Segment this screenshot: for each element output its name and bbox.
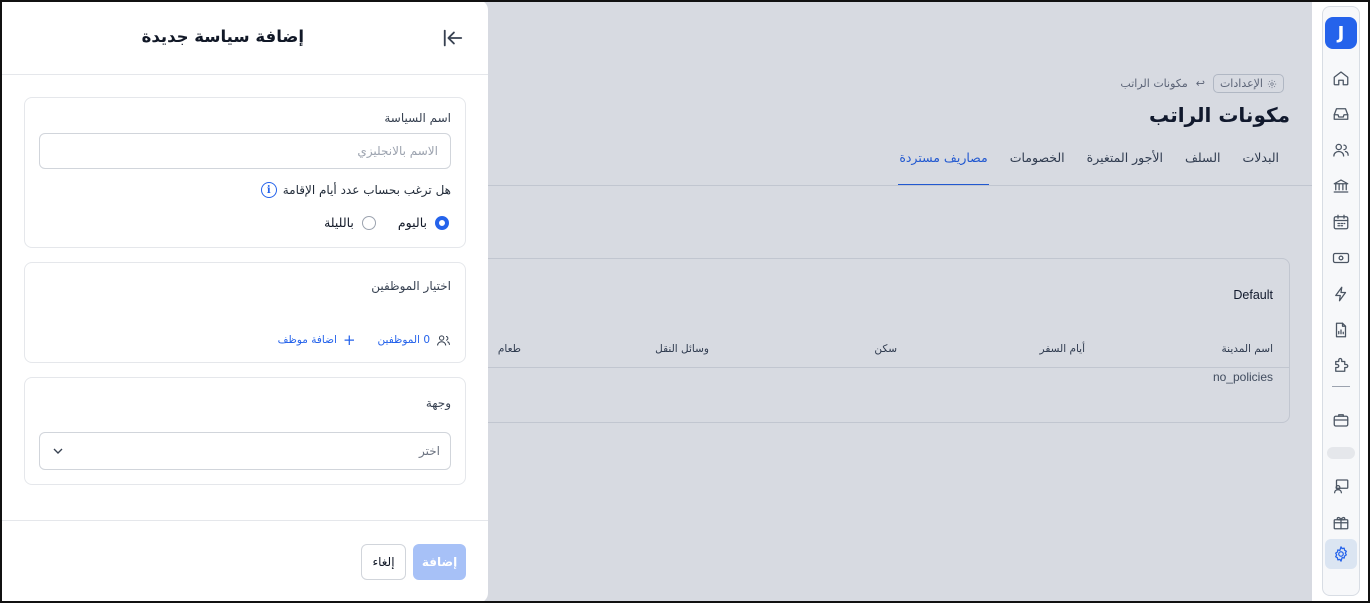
radio-per-night[interactable]: بالليلة — [324, 215, 376, 230]
employees-row: 0 الموظفين + اضافة موظف — [278, 331, 451, 349]
policy-name-section: اسم السياسة الاسم بالانجليزي هل ترغب بحس… — [24, 97, 466, 248]
nav-rail: J — [1322, 6, 1360, 596]
add-employee-link[interactable]: اضافة موظف — [278, 334, 337, 346]
destination-section: وجهة اختر — [24, 377, 466, 485]
add-button[interactable]: إضافة — [413, 544, 466, 580]
destination-placeholder: اختر — [419, 444, 440, 458]
collapse-drawer-button[interactable] — [440, 26, 466, 50]
calendar-icon[interactable] — [1325, 207, 1357, 237]
users-icon — [437, 334, 450, 346]
presentation-icon[interactable] — [1325, 471, 1357, 501]
employees-section: اختيار الموظفين 0 الموظفين + اضافة موظف — [24, 262, 466, 363]
plus-icon[interactable]: + — [343, 331, 356, 349]
employees-label: اختيار الموظفين — [371, 279, 451, 293]
info-icon[interactable]: i — [260, 182, 277, 198]
radio-per-night-label: بالليلة — [324, 215, 354, 230]
stay-days-question: هل ترغب بحساب عدد أيام الإقامة i — [260, 182, 451, 198]
drawer-footer: إضافة إلغاء — [0, 520, 488, 603]
radio-per-day-dot[interactable] — [435, 215, 449, 230]
gift-icon[interactable] — [1325, 507, 1357, 537]
policy-name-label: اسم السياسة — [384, 111, 451, 125]
add-policy-drawer: إضافة سياسة جديدة اسم السياسة الاسم بالا… — [0, 0, 488, 603]
calculation-radio-group: باليوم بالليلة — [324, 215, 449, 230]
home-icon[interactable] — [1325, 63, 1357, 93]
automation-icon[interactable] — [1325, 279, 1357, 309]
rail-placeholder — [1327, 447, 1355, 459]
briefcase-icon[interactable] — [1325, 405, 1357, 435]
radio-per-night-dot[interactable] — [361, 215, 376, 230]
radio-per-day-label: باليوم — [397, 215, 427, 230]
rail-divider — [1332, 386, 1350, 387]
destination-label: وجهة — [425, 396, 451, 410]
employees-count[interactable]: 0 الموظفين — [378, 334, 430, 346]
radio-per-day[interactable]: باليوم — [398, 215, 449, 230]
users-icon[interactable] — [1325, 135, 1357, 165]
inbox-icon[interactable] — [1325, 99, 1357, 129]
cancel-button[interactable]: إلغاء — [361, 544, 406, 580]
settings-icon[interactable] — [1325, 539, 1357, 569]
report-icon[interactable] — [1325, 315, 1357, 345]
puzzle-icon[interactable] — [1325, 351, 1357, 381]
drawer-header: إضافة سياسة جديدة — [0, 0, 488, 75]
bank-icon[interactable] — [1325, 171, 1357, 201]
policy-name-input[interactable]: الاسم بالانجليزي — [39, 133, 451, 169]
destination-select[interactable]: اختر — [39, 432, 451, 470]
money-icon[interactable] — [1325, 243, 1357, 273]
stay-days-question-text: هل ترغب بحساب عدد أيام الإقامة — [282, 183, 451, 197]
chevron-down-icon — [53, 448, 63, 454]
app-logo[interactable]: J — [1325, 17, 1357, 49]
drawer-title: إضافة سياسة جديدة — [141, 27, 304, 46]
arrow-left-to-line-icon — [443, 29, 463, 47]
